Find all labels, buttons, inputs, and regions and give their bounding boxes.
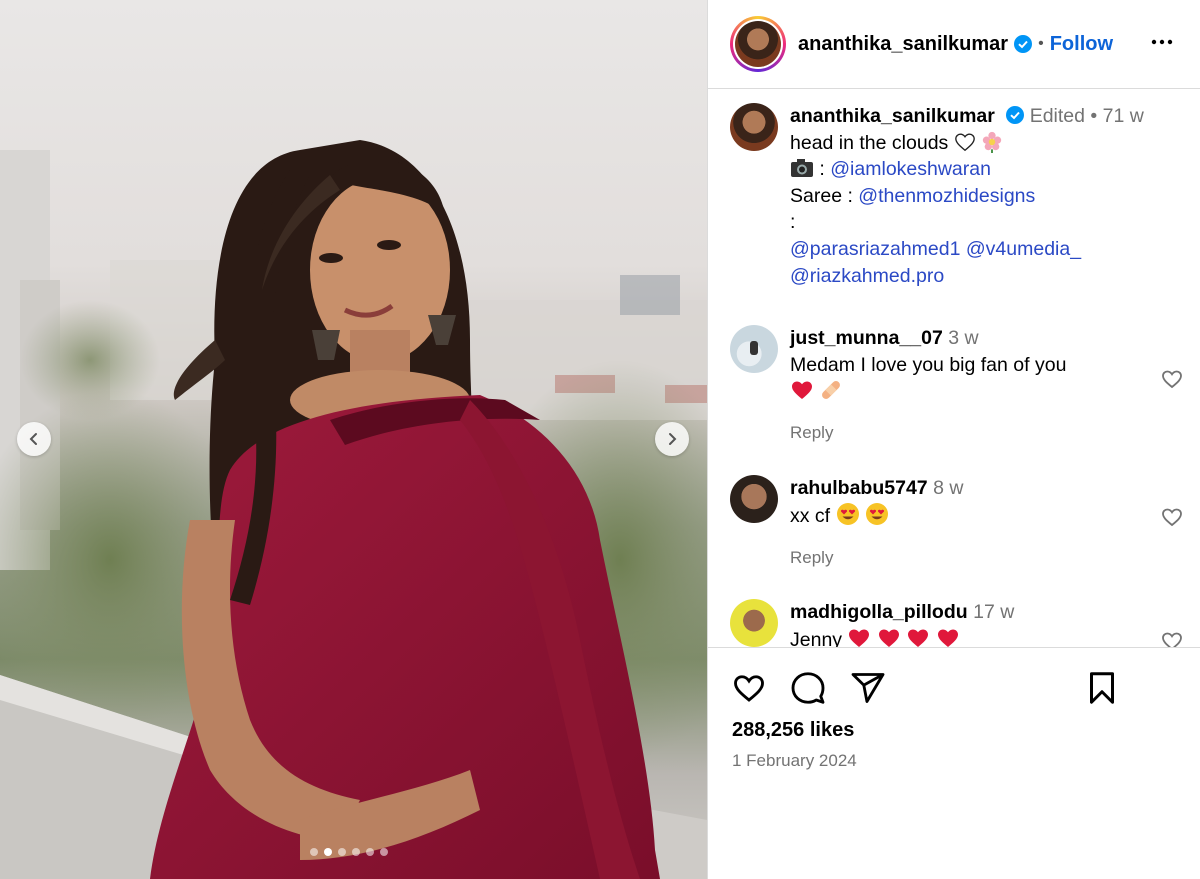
caption-colon: : (790, 211, 796, 234)
like-button[interactable] (730, 670, 768, 711)
caption-text: head in the clouds (790, 131, 949, 154)
comment-icon (791, 672, 825, 704)
white-heart-emoji-icon (954, 133, 975, 151)
reply-button[interactable]: Reply (790, 420, 1150, 447)
heart-outline-icon (1162, 508, 1182, 527)
post-date: 1 February 2024 (732, 751, 857, 770)
more-options-button[interactable] (1150, 30, 1174, 59)
follow-button[interactable]: Follow (1050, 33, 1113, 56)
avatar[interactable] (730, 103, 778, 151)
post-side-panel: ananthika_sanilkumar • Follow ananthika_… (707, 0, 1200, 879)
bandage-emoji-icon (822, 381, 841, 400)
comment-age: 3 w (948, 327, 979, 349)
caption-age: 71 w (1102, 105, 1144, 127)
carousel-indicator (310, 848, 388, 856)
carousel-dot-active (324, 848, 332, 856)
caption-dot: • (1090, 105, 1098, 127)
heart-outline-icon (1162, 632, 1182, 647)
comment-text: Jenny (790, 628, 843, 647)
heart-outline-icon (1162, 370, 1182, 389)
avatar (735, 21, 781, 67)
comment-text: xx cf (790, 504, 831, 527)
caption-username[interactable]: ananthika_sanilkumar (790, 105, 995, 127)
mention-tag-1[interactable]: @parasriazahmed1 (790, 238, 960, 260)
avatar[interactable] (730, 475, 778, 523)
red-heart-emoji-icon (937, 629, 958, 647)
comments-list[interactable]: ananthika_sanilkumar Edited • 71 w head … (708, 89, 1200, 647)
chevron-left-icon (29, 433, 37, 445)
comment-username[interactable]: just_munna__07 (790, 327, 943, 349)
red-heart-emoji-icon (792, 381, 812, 400)
comment-age: 17 w (973, 601, 1015, 623)
red-heart-emoji-icon (878, 629, 899, 647)
comment-button[interactable] (790, 670, 826, 711)
comment-item: madhigolla_pillodu 17 w Jenny (730, 599, 1182, 647)
carousel-dot (366, 848, 374, 856)
share-button[interactable] (850, 670, 886, 711)
photo-canvas (0, 140, 707, 879)
carousel-dot (380, 848, 388, 856)
comment-item: rahulbabu5747 8 w xx cf Reply (730, 475, 1182, 572)
flower-emoji-icon (982, 131, 1002, 153)
red-heart-emoji-icon (908, 629, 929, 647)
comment-username[interactable]: madhigolla_pillodu (790, 601, 968, 623)
bookmark-icon (1090, 672, 1114, 704)
heart-icon (734, 675, 764, 702)
red-heart-emoji-icon (849, 629, 870, 647)
avatar[interactable] (730, 599, 778, 647)
comment-age: 8 w (933, 477, 964, 499)
carousel-dot (310, 848, 318, 856)
previous-photo-button[interactable] (17, 422, 51, 456)
saree-label: Saree : (790, 184, 853, 207)
camera-emoji-icon (791, 159, 813, 178)
carousel-dot (338, 848, 346, 856)
camera-separator: : (819, 158, 825, 181)
chevron-right-icon (669, 433, 677, 445)
reply-button[interactable]: Reply (790, 545, 1150, 572)
post-photo[interactable] (0, 0, 707, 879)
send-icon (851, 673, 885, 703)
post-header: ananthika_sanilkumar • Follow (708, 0, 1200, 89)
mention-tag-2[interactable]: @v4umedia_ (966, 238, 1081, 260)
story-ring[interactable] (730, 16, 786, 72)
header-username[interactable]: ananthika_sanilkumar (798, 33, 1008, 56)
post-actions: 288,256 likes 1 February 2024 (708, 647, 1200, 879)
comment-text: Medam I love you big fan of you (790, 353, 1067, 376)
heart-eyes-emoji-icon (865, 502, 888, 525)
edited-label: Edited (1029, 105, 1085, 127)
carousel-dot (352, 848, 360, 856)
more-horizontal-icon (1151, 39, 1173, 45)
comment-item: just_munna__07 3 w Medam I love you big … (730, 325, 1182, 447)
caption: ananthika_sanilkumar Edited • 71 w head … (730, 103, 1170, 289)
heart-eyes-emoji-icon (836, 502, 859, 525)
mention-tag-3[interactable]: @riazkahmed.pro (790, 265, 944, 287)
mention-saree[interactable]: @thenmozhidesigns (858, 185, 1035, 207)
avatar[interactable] (730, 325, 778, 373)
next-photo-button[interactable] (655, 422, 689, 456)
likes-count[interactable]: 288,256 likes (732, 719, 854, 742)
save-button[interactable] (1084, 670, 1120, 711)
verified-badge-icon (1006, 106, 1025, 124)
header-separator: • (1038, 35, 1044, 52)
mention-photographer[interactable]: @iamlokeshwaran (830, 158, 991, 180)
comment-username[interactable]: rahulbabu5747 (790, 477, 928, 499)
verified-badge-icon (1014, 35, 1033, 53)
